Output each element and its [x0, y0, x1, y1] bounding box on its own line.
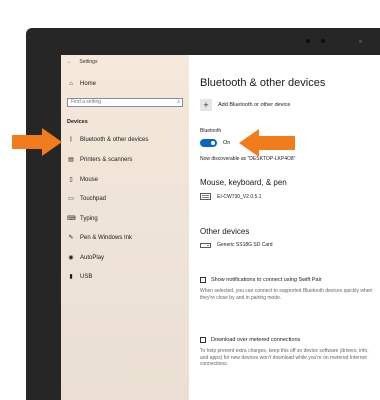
swift-pair-checkbox[interactable]	[200, 277, 206, 283]
usb-icon: ▮	[69, 274, 73, 280]
touchpad-icon: ▭	[68, 196, 74, 202]
sidebar-item-typing[interactable]: ⌨ Typing	[67, 215, 98, 223]
metered-label: Download over metered connections	[211, 337, 301, 343]
sidebar-item-label: AutoPlay	[80, 254, 105, 261]
back-arrow-icon[interactable]: ←	[67, 59, 72, 65]
page-title: Bluetooth & other devices	[200, 77, 326, 89]
mouse-icon: ▯	[69, 177, 73, 183]
camera-dot	[306, 39, 310, 43]
main-content: Bluetooth & other devices + Add Bluetoot…	[200, 55, 380, 400]
keyboard-icon: ⌨	[67, 216, 76, 222]
search-box[interactable]: ⌕	[67, 98, 183, 107]
swift-pair-label: Show notifications to connect using Swif…	[211, 277, 322, 283]
sidebar-item-touchpad[interactable]: ▭ Touchpad	[67, 195, 107, 203]
swift-pair-option[interactable]: Show notifications to connect using Swif…	[200, 277, 322, 283]
sidebar-item-label: Printers & scanners	[80, 156, 133, 163]
sidebar-item-printers[interactable]: ▤ Printers & scanners	[67, 156, 133, 164]
sidebar-item-label: Mouse	[80, 176, 99, 183]
add-device-button[interactable]: + Add Bluetooth or other device	[200, 99, 290, 111]
indicator-dot	[359, 40, 362, 43]
sidebar-item-bluetooth[interactable]: ᛒ Bluetooth & other devices	[67, 137, 148, 143]
other-devices-heading: Other devices	[200, 227, 250, 236]
search-input[interactable]	[71, 99, 171, 105]
add-device-label: Add Bluetooth or other device	[218, 102, 291, 108]
keyboard-icon	[200, 193, 212, 200]
bluetooth-label: Bluetooth	[200, 128, 222, 134]
search-icon[interactable]: ⌕	[177, 99, 180, 106]
sd-card-device-name: Generic SS18G SD Card	[217, 242, 273, 248]
metered-option[interactable]: Download over metered connections	[200, 337, 300, 343]
pen-icon: ✎	[68, 235, 74, 241]
sidebar: ← Settings ⌂ Home ⌕ Devices ᛒ Bluetooth …	[61, 55, 189, 400]
callout-arrow-sidebar	[12, 128, 62, 156]
printer-icon: ▤	[68, 157, 74, 163]
toggle-state-label: On	[223, 140, 231, 146]
sidebar-item-label: Typing	[80, 215, 98, 222]
metered-description: To help prevent extra charges, keep this…	[200, 348, 369, 367]
autoplay-icon: ◉	[68, 255, 74, 261]
drive-icon	[200, 242, 212, 248]
sidebar-item-label: Touchpad	[80, 195, 107, 202]
mouse-keyboard-heading: Mouse, keyboard, & pen	[200, 178, 287, 187]
callout-arrow-toggle	[239, 129, 295, 157]
sidebar-item-home[interactable]: ⌂ Home	[67, 81, 96, 87]
titlebar: ← Settings	[67, 59, 97, 65]
toggle-knob	[211, 141, 215, 145]
sensor-dot	[321, 39, 325, 43]
bluetooth-icon: ᛒ	[69, 137, 73, 143]
home-icon: ⌂	[69, 81, 73, 87]
metered-checkbox[interactable]	[200, 337, 206, 343]
keyboard-device[interactable]: EI-CW730_V2.0.5.1	[200, 193, 261, 200]
sd-card-device[interactable]: Generic SS18G SD Card	[200, 242, 273, 248]
swift-pair-description: When selected, you can connect to suppor…	[200, 288, 373, 301]
plus-icon: +	[200, 99, 212, 111]
sidebar-item-pen[interactable]: ✎ Pen & Windows Ink	[67, 234, 133, 242]
sidebar-item-usb[interactable]: ▮ USB	[67, 273, 93, 281]
bluetooth-toggle[interactable]	[200, 139, 217, 147]
sidebar-item-label: Bluetooth & other devices	[80, 137, 149, 143]
section-label-devices: Devices	[67, 119, 88, 125]
sidebar-item-label: Pen & Windows Ink	[80, 234, 133, 241]
keyboard-device-name: EI-CW730_V2.0.5.1	[217, 193, 262, 200]
sidebar-item-label: USB	[80, 273, 93, 280]
sidebar-item-autoplay[interactable]: ◉ AutoPlay	[67, 254, 105, 262]
home-label: Home	[80, 81, 97, 87]
settings-window: ← Settings ⌂ Home ⌕ Devices ᛒ Bluetooth …	[61, 55, 380, 400]
sidebar-item-mouse[interactable]: ▯ Mouse	[67, 176, 99, 184]
window-title: Settings	[79, 59, 98, 65]
